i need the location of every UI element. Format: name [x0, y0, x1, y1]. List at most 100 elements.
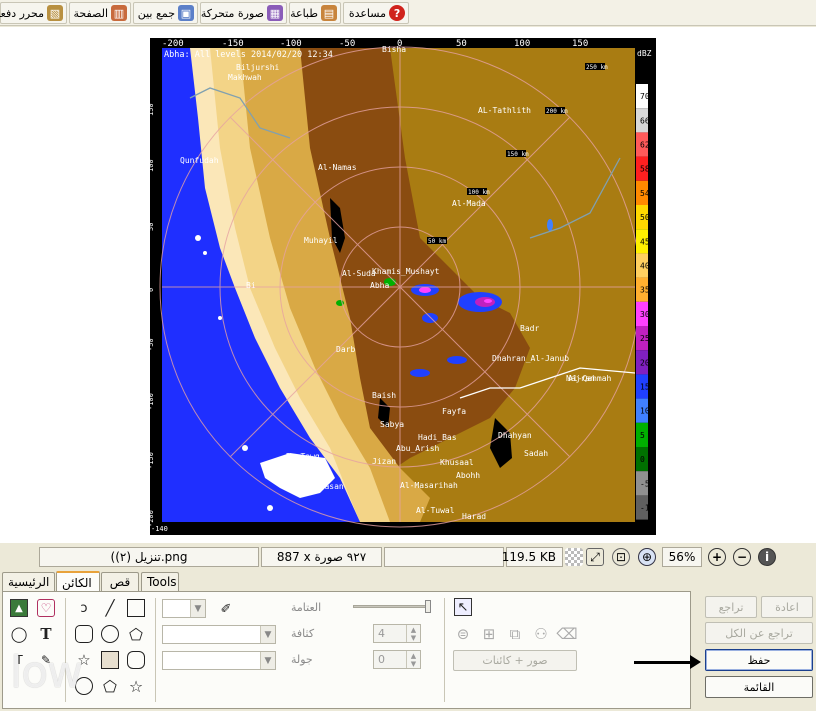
axis-tick-label: 0	[150, 288, 155, 292]
map-place-label: Al-Tuwal	[416, 506, 455, 515]
thickness-label: كثافة	[291, 627, 315, 640]
map-place-label: Biljurshi	[236, 63, 280, 72]
zoom-in-icon[interactable]: +	[708, 548, 726, 566]
combine-button[interactable]: ▣ جمع بين	[133, 2, 198, 24]
status-empty-field	[384, 547, 504, 567]
color-picker[interactable]: ▼	[162, 599, 206, 618]
scale-label: 5	[640, 431, 645, 440]
opacity-slider[interactable]	[353, 600, 431, 613]
tab-crop[interactable]: قص	[101, 572, 139, 591]
pentagon-icon[interactable]: ⬠	[127, 625, 145, 644]
map-place-label: AL-Tathlith	[478, 106, 531, 115]
zoom-out-icon[interactable]: −	[733, 548, 751, 566]
map-place-label: Harad	[462, 512, 486, 521]
print-button[interactable]: ▤ طباعة	[289, 2, 341, 24]
scale-label: 35	[640, 286, 650, 295]
scale-label: 54	[640, 189, 650, 198]
eyedropper-icon[interactable]: ✐	[217, 600, 235, 618]
fit-screen-icon[interactable]: ⤢	[586, 548, 604, 566]
rounded-rect-icon[interactable]	[75, 625, 93, 643]
opacity-slider-thumb[interactable]	[425, 600, 431, 613]
pointer-icon[interactable]: ↖	[454, 598, 472, 616]
map-place-label: Al-Masarihah	[400, 481, 458, 490]
scale-label: 25	[640, 334, 650, 343]
stepper-arrows-icon[interactable]: ▲ ▼	[406, 625, 420, 642]
image-object-icon[interactable]: ▲	[10, 599, 28, 617]
axis-tick-label: -200	[162, 39, 184, 49]
map-place-label: Jizan	[372, 457, 396, 466]
scale-label: 50	[640, 213, 650, 222]
map-place-label: Dhahran_Al-Janub	[492, 354, 569, 363]
map-place-label: Qunfudah	[180, 156, 219, 165]
polygon-icon[interactable]: ⬠	[101, 677, 119, 696]
redo-button[interactable]: اعادة	[761, 596, 813, 618]
chevron-down-icon: ▼	[190, 600, 205, 617]
group-icon: ⚇	[534, 625, 548, 643]
map-place-label: Hadi_Bas	[418, 433, 457, 442]
menu-button[interactable]: القائمة	[705, 676, 813, 698]
axis-tick-label: 150	[572, 39, 588, 49]
stepper-arrows-icon[interactable]: ▲ ▼	[406, 651, 420, 668]
help-icon: ?	[389, 5, 405, 21]
tab-bar: الرئيسية الكائن قص Tools	[0, 571, 816, 592]
sticker-icon[interactable]: ♡	[37, 599, 55, 617]
star-icon[interactable]: ☆	[127, 677, 145, 696]
help-button[interactable]: ? مساعدة	[343, 2, 409, 24]
undo-all-button[interactable]: تراجع عن الكل	[705, 622, 813, 644]
map-place-label: Bi	[246, 281, 256, 290]
axis-tick-label: -150	[150, 452, 155, 469]
transparency-icon[interactable]	[565, 548, 583, 566]
batch-editor-button[interactable]: ▧ محرر دفعة	[0, 2, 67, 24]
map-place-label: Abu_Arish	[396, 444, 440, 453]
ellipse-icon[interactable]	[101, 625, 119, 643]
map-place-label: Sadah	[524, 449, 548, 458]
thickness-stepper[interactable]: 4 ▲ ▼	[373, 624, 421, 643]
app-window: ? مساعدة ▤ طباعة ▦ صورة متحركة ▣ جمع بين…	[0, 0, 816, 711]
map-place-label: Baish	[372, 391, 396, 400]
line-icon[interactable]: ╱	[101, 599, 119, 617]
tab-home[interactable]: الرئيسية	[2, 572, 55, 591]
chevron-down-icon: ▼	[260, 626, 275, 643]
text-icon[interactable]: T	[37, 625, 55, 643]
animation-icon: ▦	[267, 5, 283, 21]
image-canvas[interactable]: 70 66 62 58 54 50 45 40 35 30 25 20 15 10 5 0 -5 -10 -200…	[0, 27, 816, 543]
map-place-label: Al-Namas	[318, 163, 357, 172]
photos-objects-button[interactable]: صور + كائنات	[453, 650, 577, 671]
map-place-label: Fayfa	[442, 407, 466, 416]
range-label: 100 km	[468, 189, 490, 196]
radar-image: 70 66 62 58 54 50 45 40 35 30 25 20 15 10 5 0 -5 -10 -200…	[150, 38, 656, 535]
map-place-label: Darb	[336, 345, 355, 354]
rectangle-icon[interactable]	[127, 599, 145, 617]
animation-button[interactable]: ▦ صورة متحركة	[200, 2, 287, 24]
axis-tick-label: 100	[514, 39, 530, 49]
filled-rect-icon[interactable]	[101, 651, 119, 669]
actual-size-icon[interactable]: ⊡	[612, 548, 630, 566]
watermark: low	[10, 647, 83, 698]
tab-object[interactable]: الكائن	[56, 571, 100, 592]
map-place-label: Khusaal	[440, 458, 474, 467]
rounded-square-icon[interactable]	[127, 651, 145, 669]
add-object-icon: ⊞	[482, 625, 496, 643]
font-select[interactable]: ▼	[162, 625, 276, 644]
separator	[444, 598, 445, 702]
page-button[interactable]: ▥ الصفحة	[69, 2, 131, 24]
axis-tick-label: -100	[280, 39, 302, 49]
scale-label: -10	[640, 504, 655, 513]
range-label: 150 km	[507, 151, 529, 158]
undo-button[interactable]: تراجع	[705, 596, 757, 618]
zoom-level: 56%	[662, 547, 702, 567]
annotation-arrow	[634, 661, 694, 664]
zoom-fit-icon[interactable]: ⊕	[638, 548, 656, 566]
save-button[interactable]: حفظ	[705, 649, 813, 671]
speech-bubble-icon[interactable]: ◯	[10, 625, 28, 643]
style-select[interactable]: ▼	[162, 651, 276, 670]
tab-tools[interactable]: Tools	[141, 572, 179, 591]
info-icon[interactable]: i	[758, 548, 776, 566]
round-stepper[interactable]: 0 ▲ ▼	[373, 650, 421, 669]
freehand-icon[interactable]: ↄ	[75, 599, 93, 617]
scale-label: 30	[640, 310, 650, 319]
duplicate-icon: ⧉	[509, 625, 521, 643]
scale-label: 0	[640, 455, 645, 464]
axis-tick-label: 150	[150, 103, 155, 116]
object-panel: ▲ ♡ ◯ T T ✎ ↄ ╱ ⬠ ☆ ⬠ ☆ ▼ ✐ ▼ ▼ العتامة	[2, 591, 691, 709]
